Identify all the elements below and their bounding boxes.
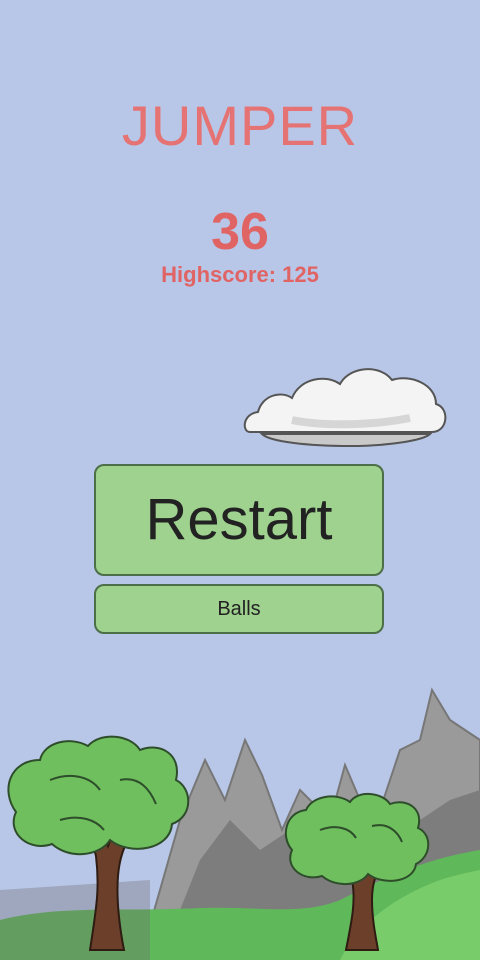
game-title: JUMPER bbox=[121, 94, 359, 157]
highscore-label: Highscore: bbox=[161, 262, 277, 287]
cloud-icon bbox=[243, 368, 447, 448]
restart-button[interactable]: Restart bbox=[94, 464, 384, 576]
current-score: 36 bbox=[211, 203, 269, 261]
landscape-background bbox=[0, 687, 480, 960]
highscore-display: Highscore: 125 bbox=[0, 262, 480, 288]
balls-button[interactable]: Balls bbox=[94, 584, 384, 634]
highscore-value: 125 bbox=[282, 262, 319, 287]
